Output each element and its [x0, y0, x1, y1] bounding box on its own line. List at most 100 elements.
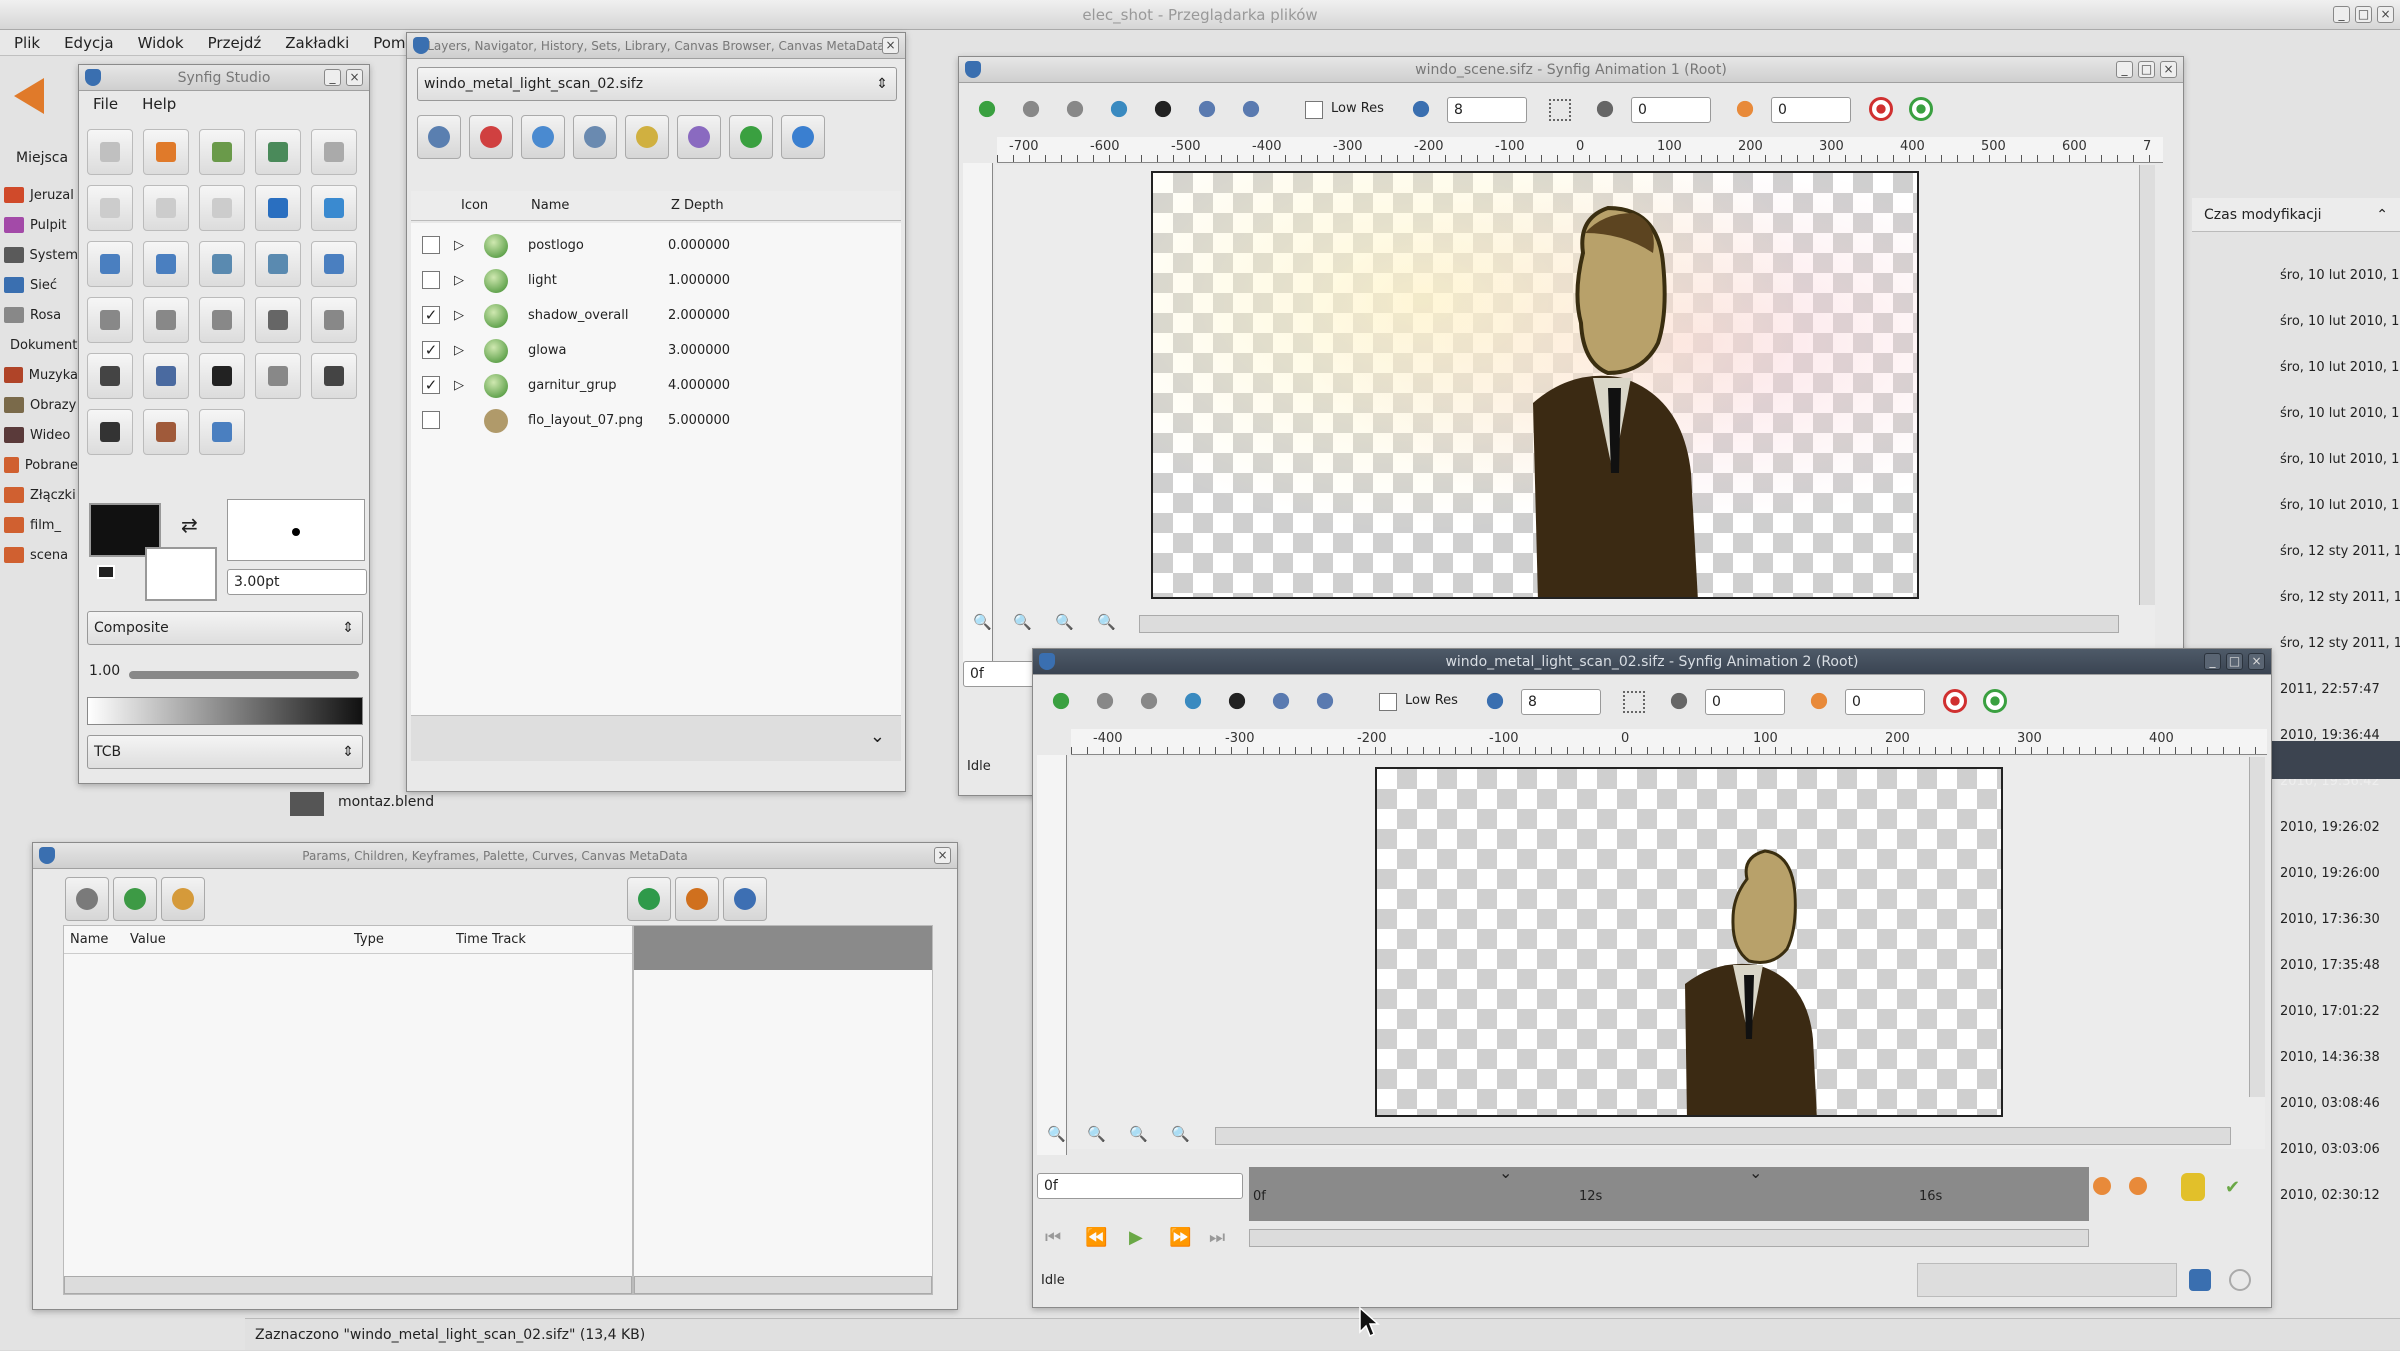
menu-help[interactable]: Help	[142, 95, 176, 113]
canvas1-hscroll[interactable]	[1139, 615, 2119, 633]
tab-sets[interactable]	[625, 115, 669, 159]
gradient-icon[interactable]	[255, 297, 301, 343]
close-icon[interactable]: ×	[346, 69, 363, 86]
bline-ducks-icon[interactable]	[1135, 687, 1163, 715]
onion-past-icon[interactable]	[1665, 687, 1693, 715]
minimize-icon[interactable]: _	[324, 69, 341, 86]
minimize-icon[interactable]: _	[2333, 6, 2350, 23]
onion-skin-icon[interactable]	[1179, 687, 1207, 715]
close-icon[interactable]: ×	[2377, 6, 2394, 23]
tab-keyframes[interactable]	[729, 115, 773, 159]
tab-navigator[interactable]	[469, 115, 513, 159]
canvas1-canvas[interactable]	[1151, 171, 1919, 599]
gradient-preview[interactable]	[87, 697, 363, 725]
toggle-ducks-icon[interactable]	[973, 95, 1001, 123]
grid-icon[interactable]	[1549, 99, 1571, 121]
tab-params[interactable]	[65, 877, 109, 921]
eyedropper-icon[interactable]	[311, 353, 357, 399]
sidebar-item[interactable]: Złączki	[4, 480, 78, 510]
maximize-icon[interactable]: □	[2226, 653, 2243, 670]
list-item[interactable]: montaz.blend	[290, 790, 590, 818]
sketch-icon[interactable]	[255, 353, 301, 399]
canvas2-time-field[interactable]: 0f	[1037, 1173, 1243, 1199]
default-colors-icon[interactable]	[97, 565, 115, 579]
close-icon[interactable]: ×	[934, 847, 951, 864]
expand-arrow-icon[interactable]: ▷	[454, 228, 464, 263]
bline-ducks-icon[interactable]	[1061, 95, 1089, 123]
open-file-icon[interactable]	[143, 129, 189, 175]
zoom-fit-icon[interactable]: 🔍	[1129, 1125, 1148, 1143]
fill-color-swatch[interactable]	[145, 547, 217, 601]
smooth-move-icon[interactable]	[143, 241, 189, 287]
tab-canvas-metadata[interactable]	[723, 877, 767, 921]
layer-row[interactable]: ✓ ▷ glowa 3.000000	[412, 333, 897, 368]
menu-edycja[interactable]: Edycja	[64, 34, 113, 52]
canvas1-vscroll[interactable]	[2139, 165, 2155, 605]
canvas1-time-field[interactable]: 0f	[963, 661, 1043, 687]
column-header-modified[interactable]: Czas modyfikacji ⌃	[2192, 198, 2400, 232]
column-header-timetrack[interactable]: Time Track	[456, 926, 526, 954]
drop-icon[interactable]	[255, 185, 301, 231]
rectangle-icon[interactable]	[143, 297, 189, 343]
minimize-icon[interactable]: _	[2116, 61, 2133, 78]
canvas2-timeline[interactable]: 0f 12s 16s ⌄ ⌄	[1249, 1163, 2089, 1221]
polygon-icon[interactable]	[311, 297, 357, 343]
tangent-ducks-icon[interactable]	[1237, 95, 1265, 123]
sidebar-item[interactable]: film_	[4, 510, 78, 540]
preview-play-icon[interactable]	[1983, 689, 2007, 713]
canvas1-workarea[interactable]	[995, 165, 2155, 663]
menu-zakladki[interactable]: Zakładki	[285, 34, 349, 52]
seek-prev-icon[interactable]: ⏪	[1085, 1227, 1107, 1248]
scale-icon[interactable]	[199, 241, 245, 287]
tab-keyframes[interactable]	[161, 877, 205, 921]
star-icon[interactable]	[199, 297, 245, 343]
menu-widok[interactable]: Widok	[138, 34, 184, 52]
tab-children[interactable]	[113, 877, 157, 921]
minimize-icon[interactable]: _	[2204, 653, 2221, 670]
layer-visibility-checkbox[interactable]	[422, 236, 440, 254]
maximize-icon[interactable]: □	[2138, 61, 2155, 78]
keyframe-next-icon[interactable]	[2129, 1177, 2147, 1195]
circle-icon[interactable]	[87, 297, 133, 343]
save-all-icon[interactable]	[311, 129, 357, 175]
redo-icon[interactable]	[143, 185, 189, 231]
transform-ducks-icon[interactable]	[1091, 687, 1119, 715]
tangent-ducks-icon[interactable]	[1311, 687, 1339, 715]
text-icon[interactable]	[87, 409, 133, 455]
transform-icon[interactable]	[87, 241, 133, 287]
swap-colors-icon[interactable]: ⇄	[181, 513, 198, 537]
width-ducks-icon[interactable]	[1193, 95, 1221, 123]
past-frames-spin[interactable]: 0	[1631, 97, 1711, 123]
zoom-in-icon[interactable]: 🔍	[1013, 613, 1032, 631]
tab-canvas-browser[interactable]	[677, 115, 721, 159]
close-icon[interactable]: ×	[882, 37, 899, 54]
layer-row[interactable]: ▷ light 1.000000	[412, 263, 897, 298]
close-icon[interactable]: ×	[2160, 61, 2177, 78]
width-field[interactable]: 3.00pt	[227, 569, 367, 595]
play-icon[interactable]: ▶	[1129, 1227, 1143, 1248]
layer-row[interactable]: ▷ postlogo 0.000000	[412, 228, 897, 263]
spline-icon[interactable]	[87, 353, 133, 399]
blend-method-select[interactable]: Composite ⇕	[87, 611, 363, 645]
time-slider[interactable]	[1249, 1229, 2089, 1247]
canvas2-workarea[interactable]	[1069, 757, 2265, 1149]
expand-arrow-icon[interactable]: ▷	[454, 263, 464, 298]
seek-begin-icon[interactable]: ⏮	[1045, 1227, 1061, 1248]
render-icon[interactable]	[2189, 1269, 2211, 1291]
layer-row[interactable]: flo_layout_07.png 5.000000	[412, 403, 897, 438]
width-ducks-icon[interactable]	[1267, 687, 1295, 715]
zoom-in-icon[interactable]: 🔍	[1087, 1125, 1106, 1143]
keyframe-marker-icon[interactable]: ⌄	[1749, 1163, 1762, 1182]
sidebar-item[interactable]: Rosa	[4, 300, 78, 330]
chevron-down-icon[interactable]: ⌄	[870, 726, 885, 747]
quality-spin[interactable]: 8	[1447, 97, 1527, 123]
lowres-checkbox[interactable]	[1305, 101, 1323, 119]
sidebar-item[interactable]: Obrazy	[4, 390, 78, 420]
tab-curves[interactable]	[627, 877, 671, 921]
sidebar-item[interactable]: Dokumenty	[4, 330, 78, 360]
pointer-icon[interactable]	[1149, 95, 1177, 123]
tab-library[interactable]	[521, 115, 565, 159]
brush-preview[interactable]	[227, 499, 365, 561]
font-select[interactable]: TCB ⇕	[87, 735, 363, 769]
grid-icon[interactable]	[1623, 691, 1645, 713]
